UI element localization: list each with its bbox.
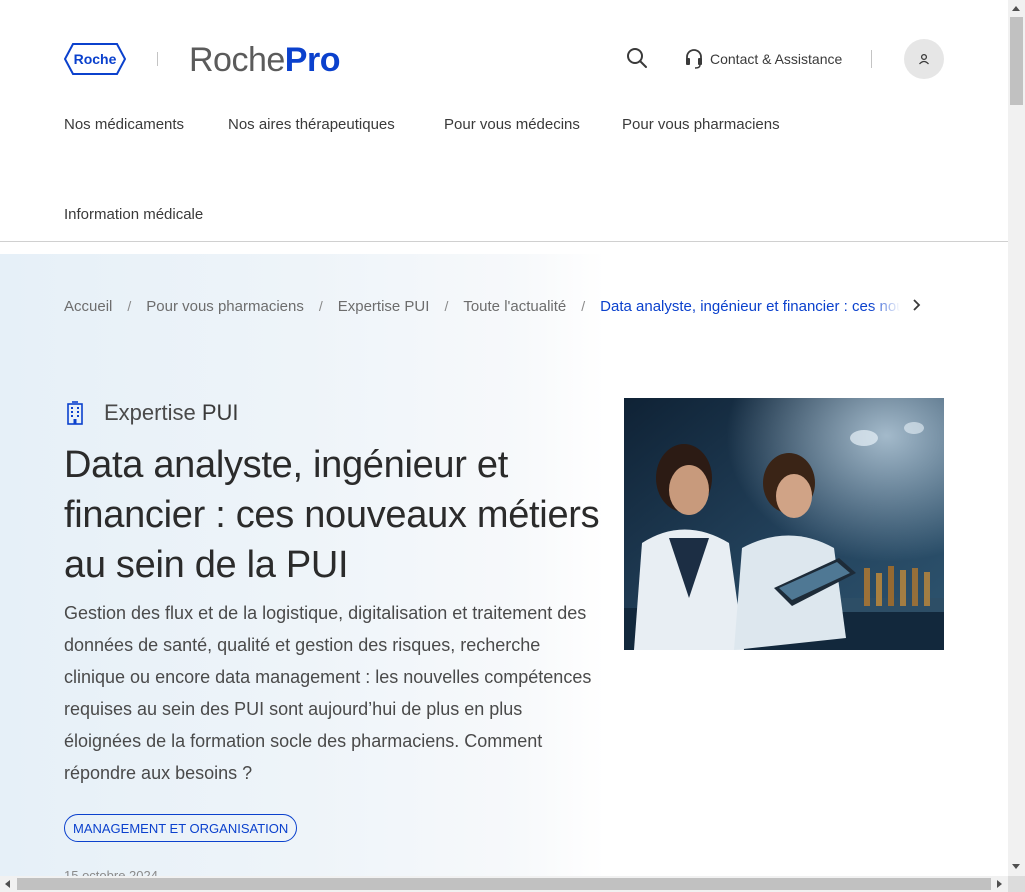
breadcrumb-separator: / <box>318 298 323 314</box>
breadcrumb-item-accueil[interactable]: Accueil <box>64 298 112 315</box>
article-lead: Gestion des flux et de la logistique, di… <box>64 603 592 783</box>
horizontal-scrollbar-thumb[interactable] <box>17 878 991 890</box>
logo-text-roche: Roche <box>189 41 285 79</box>
contact-assistance-link[interactable]: Contact & Assistance <box>684 47 842 71</box>
user-icon <box>919 53 929 65</box>
vertical-scrollbar-thumb[interactable] <box>1010 17 1023 105</box>
horizontal-scrollbar[interactable] <box>0 876 1008 892</box>
search-button[interactable] <box>624 45 650 71</box>
article-hero-image <box>624 398 944 650</box>
scroll-up-arrow-icon[interactable] <box>1012 6 1020 11</box>
scrollbar-corner <box>1008 876 1025 892</box>
chevron-right-icon <box>913 299 921 311</box>
article-title: Data analyste, ingénieur et financier : … <box>64 444 600 586</box>
user-account-button[interactable] <box>904 39 944 79</box>
scroll-down-arrow-icon[interactable] <box>1012 864 1020 869</box>
header-divider <box>871 50 872 68</box>
headset-icon <box>686 49 702 69</box>
article-category: Expertise PUI <box>64 400 239 426</box>
breadcrumb-item-actualite[interactable]: Toute l'actualité <box>463 298 566 315</box>
scroll-right-arrow-icon[interactable] <box>997 880 1002 888</box>
category-suffix: PUI <box>201 400 239 425</box>
breadcrumb-separator: / <box>581 298 586 314</box>
nav-item-medecins[interactable]: Pour vous médecins <box>444 116 580 133</box>
breadcrumb-item-pharmaciens[interactable]: Pour vous pharmaciens <box>146 298 304 315</box>
article-tag[interactable]: MANAGEMENT ET ORGANISATION <box>64 814 298 842</box>
header-divider-line <box>0 241 1008 242</box>
category-label[interactable]: Expertise PUI <box>104 400 239 426</box>
category-prefix: Expertise <box>104 400 196 425</box>
contact-label: Contact & Assistance <box>710 51 843 67</box>
breadcrumb-separator: / <box>444 298 449 314</box>
rochepro-logo[interactable]: RochePro <box>189 38 340 82</box>
scroll-left-arrow-icon[interactable] <box>5 880 10 888</box>
nav-item-nos-medicaments[interactable]: Nos médicaments <box>64 116 184 133</box>
breadcrumb: Accueil / Pour vous pharmaciens / Expert… <box>64 296 901 316</box>
breadcrumb-scroll-right-button[interactable] <box>911 298 923 312</box>
vertical-scrollbar[interactable] <box>1008 0 1025 876</box>
article-date: 15 octobre 2024 <box>64 868 158 876</box>
search-icon <box>627 48 647 68</box>
logo-text-pro: Pro <box>284 41 341 79</box>
breadcrumb-current-page[interactable]: Data analyste, ingénieur et financier : … <box>600 297 901 315</box>
svg-text:Roche: Roche <box>74 51 117 67</box>
hospital-building-icon <box>67 401 83 425</box>
roche-logo[interactable]: Roche <box>64 43 126 75</box>
nav-item-information-medicale[interactable]: Information médicale <box>64 206 203 223</box>
breadcrumb-separator: / <box>127 298 132 314</box>
nav-item-pharmaciens[interactable]: Pour vous pharmaciens <box>622 116 780 133</box>
breadcrumb-item-expertise-pui[interactable]: Expertise PUI <box>338 298 430 315</box>
logo-divider <box>157 52 158 66</box>
nav-item-aires-therapeutiques[interactable]: Nos aires thérapeutiques <box>228 116 395 133</box>
page: Roche RochePro Contact & Assistance Nos … <box>0 0 1008 876</box>
